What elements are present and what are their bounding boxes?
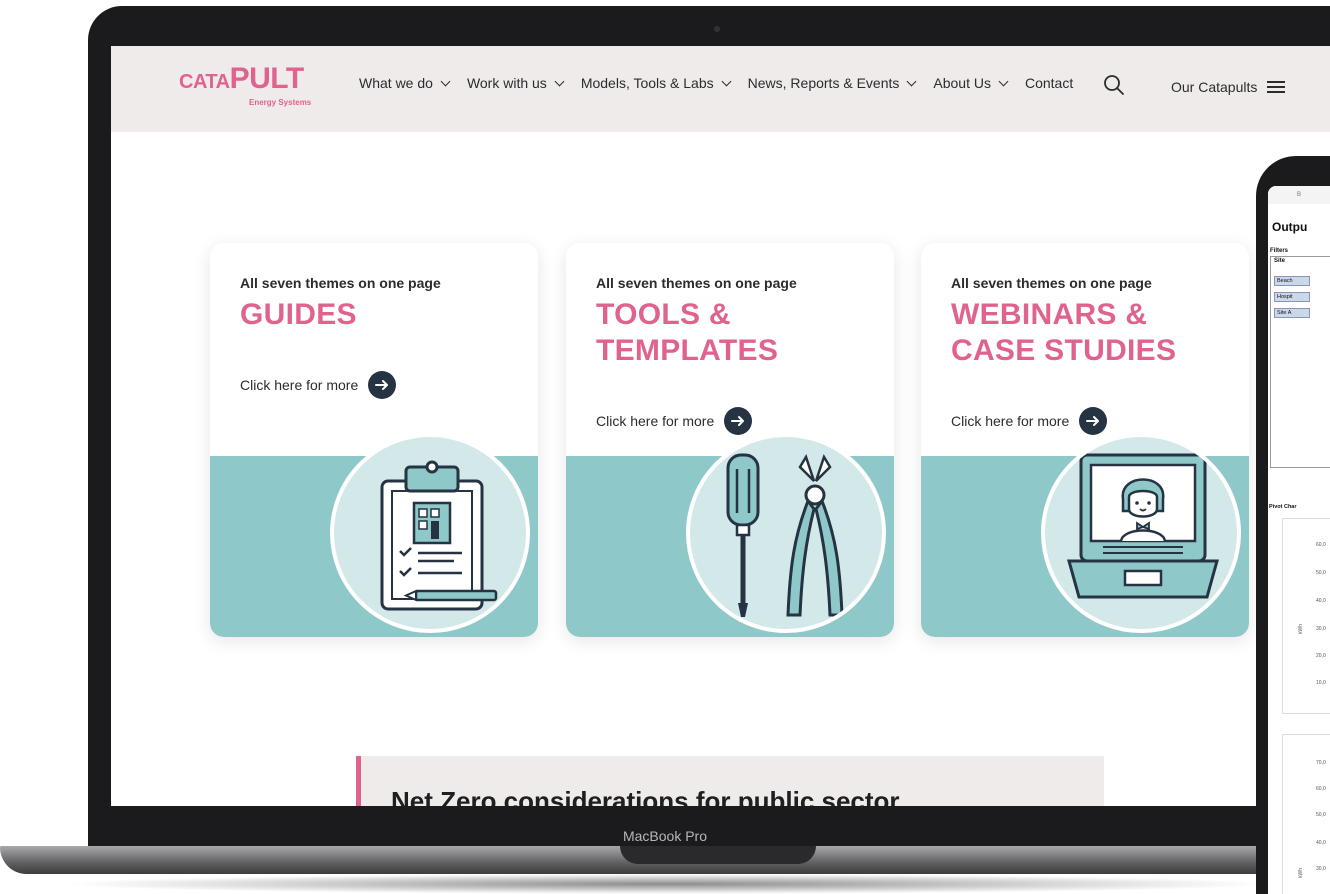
article-title: Net Zero considerations for public secto…	[391, 786, 900, 806]
phone-chart-tick: 60,0	[1316, 786, 1326, 792]
nav-label: About Us	[933, 75, 991, 91]
laptop-shadow	[60, 874, 1270, 894]
arrow-right-icon	[724, 407, 753, 435]
phone-chart-ylabel: kWh	[1298, 868, 1304, 878]
card-kicker: All seven themes on one page	[596, 275, 797, 291]
phone-site-label: Site	[1274, 258, 1286, 264]
card-title-line: TEMPLATES	[596, 334, 779, 367]
card-cta[interactable]: Click here for more	[596, 407, 753, 435]
nav-what-we-do[interactable]: What we do	[359, 75, 451, 91]
nav-label: Contact	[1024, 75, 1074, 91]
chevron-down-icon	[554, 76, 565, 86]
nav-label: Models, Tools & Labs	[580, 75, 714, 91]
phone-chart-ylabel: kWh	[1298, 624, 1304, 634]
main-nav: What we do Work with us Models, Tools & …	[359, 75, 1091, 91]
card-title-line: GUIDES	[240, 298, 357, 331]
phone-chart-tick: 70,0	[1316, 760, 1326, 766]
phone-filter-chip[interactable]: Site A	[1274, 308, 1310, 318]
nav-news-reports-events[interactable]: News, Reports & Events	[747, 75, 917, 91]
phone-pivot-label: Pivot Char	[1269, 504, 1297, 510]
card-kicker: All seven themes on one page	[240, 275, 441, 291]
our-catapults-label: Our Catapults	[1171, 79, 1258, 95]
card-cta[interactable]: Click here for more	[951, 407, 1108, 435]
article-banner[interactable]: Net Zero considerations for public secto…	[356, 756, 1104, 806]
nav-models-tools-labs[interactable]: Models, Tools & Labs	[580, 75, 732, 91]
chevron-down-icon	[998, 76, 1009, 86]
phone-filters-label: Filters	[1270, 248, 1289, 254]
search-icon[interactable]	[1103, 74, 1125, 96]
camera-dot	[714, 26, 720, 32]
card-title-line: CASE STUDIES	[951, 334, 1177, 367]
card-title: TOOLS & TEMPLATES	[596, 297, 778, 369]
logo-subtitle: Energy Systems	[249, 98, 312, 107]
phone-chart-tick: 50,0	[1316, 570, 1326, 576]
phone-screen: B Outpu Filters Site Beach Hospit Site A…	[1268, 186, 1330, 894]
phone-chart-tick: 30,0	[1316, 866, 1326, 872]
card-tools-templates[interactable]: All seven themes on one page TOOLS & TEM…	[566, 243, 894, 637]
card-kicker: All seven themes on one page	[951, 275, 1152, 291]
logo-wordmark: CATAPULT	[179, 64, 319, 94]
card-cta-label: Click here for more	[951, 413, 1070, 429]
phone-top-bar: B	[1268, 186, 1330, 204]
our-catapults-menu[interactable]: Our Catapults	[1171, 79, 1286, 95]
phone-chart-tick: 60,0	[1316, 542, 1326, 548]
device-mockup: MacBook Pro CATAPULT Energy Systems What…	[0, 0, 1330, 894]
laptop-screen: CATAPULT Energy Systems What we do Work …	[111, 46, 1330, 806]
hamburger-icon	[1267, 81, 1286, 93]
logo-prefix: CATA	[179, 71, 230, 93]
laptop-presenter-icon	[1041, 433, 1241, 633]
arrow-right-icon	[368, 371, 397, 399]
catapult-logo[interactable]: CATAPULT Energy Systems	[179, 64, 319, 116]
phone-chart-tick: 40,0	[1316, 598, 1326, 604]
card-title: WEBINARS & CASE STUDIES	[951, 297, 1176, 369]
phone-chart-tick: 10,0	[1316, 680, 1326, 686]
chevron-down-icon	[906, 76, 917, 86]
chevron-down-icon	[440, 76, 451, 86]
phone-title: Outpu	[1272, 220, 1308, 234]
phone-chart-tick: 40,0	[1316, 840, 1326, 846]
card-cta-label: Click here for more	[240, 377, 359, 393]
card-title-line: WEBINARS &	[951, 298, 1148, 331]
laptop-notch	[620, 846, 816, 864]
nav-about-us[interactable]: About Us	[933, 75, 1009, 91]
tools-icon	[686, 433, 886, 633]
phone-filter-box	[1270, 256, 1330, 468]
logo-main-text: PULT	[229, 62, 305, 95]
clipboard-icon	[330, 433, 530, 633]
card-webinars-case-studies[interactable]: All seven themes on one page WEBINARS & …	[921, 243, 1249, 637]
arrow-right-icon	[1079, 407, 1108, 435]
nav-label: News, Reports & Events	[747, 75, 900, 91]
phone-filter-chip[interactable]: Hospit	[1274, 292, 1310, 302]
card-cta-label: Click here for more	[596, 413, 715, 429]
chevron-down-icon	[721, 76, 732, 86]
nav-label: Work with us	[466, 75, 547, 91]
phone-filter-chip[interactable]: Beach	[1274, 276, 1310, 286]
nav-work-with-us[interactable]: Work with us	[466, 75, 565, 91]
laptop-label: MacBook Pro	[622, 828, 708, 844]
phone-chart-tick: 30,0	[1316, 626, 1326, 632]
nav-contact[interactable]: Contact	[1025, 75, 1073, 91]
phone-chart-tick: 50,0	[1316, 812, 1326, 818]
card-title: GUIDES	[240, 297, 357, 333]
card-cta[interactable]: Click here for more	[240, 371, 397, 399]
phone-chart-tick: 20,0	[1316, 653, 1326, 659]
card-title-line: TOOLS &	[596, 298, 731, 331]
nav-label: What we do	[359, 75, 433, 91]
card-guides[interactable]: All seven themes on one page GUIDES Clic…	[210, 243, 538, 637]
site-header: CATAPULT Energy Systems What we do Work …	[111, 46, 1330, 132]
